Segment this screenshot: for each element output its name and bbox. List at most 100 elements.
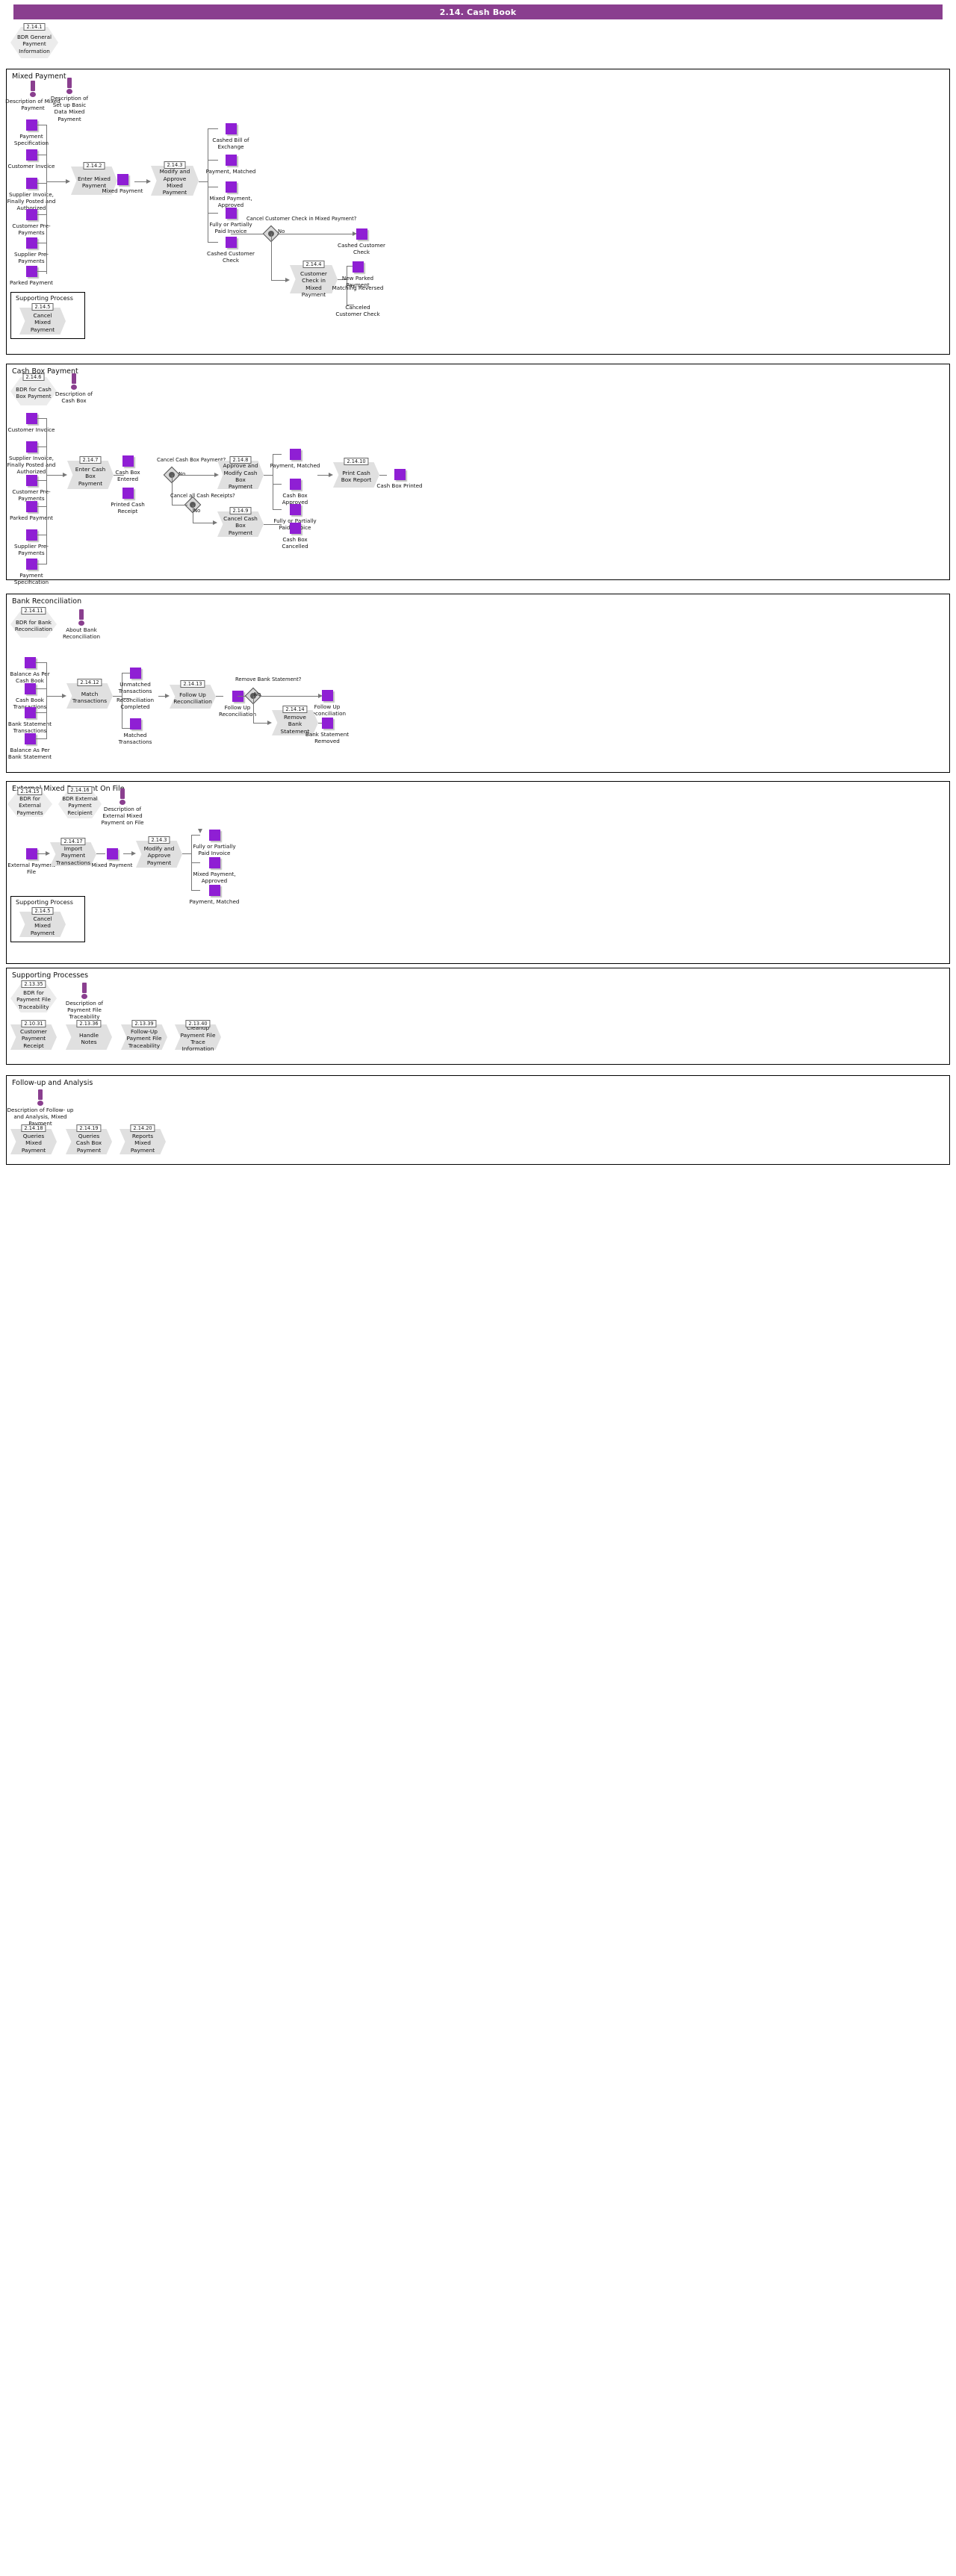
connector <box>37 506 47 507</box>
connector <box>264 475 273 476</box>
activity-modify-and-approve-payment[interactable]: 2.14.3 Modify and Approve Payment <box>136 836 182 868</box>
data-object-icon <box>208 885 220 896</box>
subgroup-label: Supporting Process <box>16 899 73 906</box>
bdr-for-cash-box-payment[interactable]: 2.14.6 BDR for Cash Box Payment <box>10 373 57 405</box>
connector <box>172 475 173 505</box>
data-object-payment-matched[interactable]: Payment, Matched <box>205 155 257 175</box>
activity-label: Approve and Modify Cash Box Payment <box>223 462 258 491</box>
activity-follow-up-reconciliation[interactable]: 2.14.13 Follow Up Reconciliation <box>170 680 216 709</box>
data-object-label: Bank Statement Removed <box>305 731 350 745</box>
connector <box>37 183 47 184</box>
activity-label: Enter Cash Box Payment <box>75 465 106 487</box>
data-object-matched-transactions[interactable]: Matched Transactions <box>109 718 161 745</box>
activity-queries-cash-box-payment[interactable]: 2.14.19 Queries Cash Box Payment <box>66 1124 112 1154</box>
data-object-unmatched-transactions[interactable]: Unmatched Transactions <box>109 668 161 694</box>
bdr-external-payment-recipient[interactable]: 2.14.16 BDR External Payment Recipient <box>58 786 102 818</box>
data-object-cashbox-supplier-pre-payments[interactable]: Supplier Pre-Payments <box>5 529 58 556</box>
note-label: Description of External Mixed Payment on… <box>101 806 144 827</box>
data-object-icon <box>394 469 406 480</box>
activity-cancel-customer-check-in-mixed-payment[interactable]: 2.14.4 Cancel Customer Check in Mixed Pa… <box>290 261 338 298</box>
bdr-for-external-payments[interactable]: 2.14.15 BDR for External Payments <box>7 788 52 817</box>
data-object-balance-as-per-cash-book[interactable]: Balance As Per Cash Book <box>4 657 56 684</box>
data-object-cashbox-customer-invoice[interactable]: Customer Invoice <box>5 413 58 433</box>
data-object-label: Mixed Payment, Approved <box>209 195 252 209</box>
data-object-ext-payment-matched[interactable]: Payment, Matched <box>188 885 240 905</box>
data-object-bank-statement-removed[interactable]: Bank Statement Removed <box>301 718 353 744</box>
activity-cancel-mixed-payment-external[interactable]: 2.14.5 Cancel Mixed Payment <box>19 907 66 937</box>
data-object-icon <box>356 228 367 240</box>
data-object-cash-box-cancelled[interactable]: Cash Box Cancelled <box>269 523 321 550</box>
activity-queries-mixed-payment[interactable]: 2.14.18 Queries Mixed Payment <box>10 1124 57 1154</box>
data-object-cashed-customer-check-right[interactable]: Cashed Customer Check <box>335 228 388 255</box>
data-object-cashbox-payment-specification[interactable]: Payment Specification <box>5 559 58 585</box>
data-object-bank-statement-transactions[interactable]: Bank Statement Transactions <box>4 707 56 734</box>
activity-number: 2.14.15 <box>17 788 43 795</box>
connector <box>37 214 47 215</box>
activity-label: Cleanup Payment File Trace Information <box>180 1024 216 1053</box>
data-object-printed-cash-receipt[interactable]: Printed Cash Receipt <box>107 488 149 514</box>
data-object-customer-pre-payments[interactable]: Customer Pre-Payments <box>5 209 58 236</box>
data-object-cashbox-supplier-invoice[interactable]: Supplier Invoice, Finally Posted and Aut… <box>5 441 58 476</box>
activity-follow-up-payment-file-traceability[interactable]: 2.13.39 Follow-Up Payment File Traceabil… <box>121 1020 167 1050</box>
data-object-icon <box>24 707 36 718</box>
data-object-ext-fully-or-partially-paid-invoice[interactable]: Fully or Partially Paid Invoice <box>188 830 240 856</box>
activity-cancel-cash-box-payment[interactable]: 2.14.9 Cancel Cash Box Payment <box>217 507 264 537</box>
data-object-label: Customer Pre-Payments <box>12 223 51 237</box>
data-object-supplier-invoice-finally-posted-and-authorized[interactable]: Supplier Invoice, Finally Posted and Aut… <box>5 178 58 212</box>
activity-import-payment-transactions[interactable]: 2.14.17 Import Payment Transactions <box>50 838 96 866</box>
data-object-cash-book-transactions[interactable]: Cash Book Transactions <box>4 683 56 710</box>
data-object-cashbox-customer-pre-payments[interactable]: Customer Pre-Payments <box>5 475 58 502</box>
bdr-general-payment-information[interactable]: 2.14.1 BDR General Payment Information <box>10 23 58 58</box>
data-object-cash-box-approved[interactable]: Cash Box Approved <box>269 479 321 505</box>
data-object-icon <box>25 119 37 131</box>
activity-number: 2.14.8 <box>229 456 252 464</box>
activity-number: 2.14.9 <box>229 507 252 514</box>
data-object-label: Cash Box Printed <box>376 482 423 489</box>
data-object-ext-mixed-payment-approved[interactable]: Mixed Payment, Approved <box>188 857 240 884</box>
data-object-label: Follow Up Reconciliation <box>218 704 257 718</box>
data-object-mixed-payment[interactable]: Mixed Payment <box>102 174 143 194</box>
activity-approve-and-modify-cash-box-payment[interactable]: 2.14.8 Approve and Modify Cash Box Payme… <box>217 456 264 491</box>
data-object-icon <box>25 178 37 189</box>
data-object-canceled-customer-check[interactable]: Canceled Customer Check <box>332 302 384 317</box>
activity-label: Modify and Approve Payment <box>143 844 175 866</box>
data-object-cashed-bill-of-exchange[interactable]: Cashed Bill of Exchange <box>205 123 257 150</box>
data-object-cashbox-payment-matched[interactable]: Payment, Matched <box>269 449 321 469</box>
annotation-icon <box>79 983 90 999</box>
hex-label: BDR General Payment Information <box>16 33 52 55</box>
hex-label: BDR for Cash Box Payment <box>16 385 52 399</box>
data-object-icon <box>25 149 37 161</box>
activity-match-transactions[interactable]: 2.14.12 Match Transactions <box>66 679 113 709</box>
activity-reports-mixed-payment[interactable]: 2.14.20 Reports Mixed Payment <box>120 1124 166 1154</box>
hex-label: BDR for External Payments <box>16 794 43 816</box>
data-object-payment-specification[interactable]: Payment Specification <box>5 119 58 146</box>
data-object-label: Parked Payment <box>9 279 53 286</box>
arrow-head <box>66 179 70 184</box>
data-object-balance-as-per-bank-statement[interactable]: Balance As Per Bank Statement <box>4 733 56 760</box>
data-object-supplier-pre-payments[interactable]: Supplier Pre-Payments <box>5 237 58 264</box>
data-object-icon <box>25 441 37 452</box>
data-object-mixed-payment-approved[interactable]: Mixed Payment, Approved <box>205 181 257 208</box>
data-object-reconciliation-completed[interactable]: Reconciliation Completed <box>109 694 161 710</box>
data-object-cash-box-entered[interactable]: Cash Box Entered <box>107 455 149 482</box>
note-description-of-cash-box: Description of Cash Box <box>54 373 94 404</box>
activity-print-cash-box-report[interactable]: 2.14.10 Print Cash Box Report <box>333 458 379 488</box>
bdr-for-bank-reconciliation[interactable]: 2.14.11 BDR for Bank Reconciliation <box>10 607 57 638</box>
data-object-matching-reversed[interactable]: Matching Reversed <box>332 282 384 291</box>
bdr-for-payment-file-traceability[interactable]: 2.13.35 BDR for Payment File Traceabilit… <box>10 980 57 1012</box>
data-object-cashed-customer-check[interactable]: Cashed Customer Check <box>205 237 257 264</box>
activity-customer-payment-receipt[interactable]: 2.10.31 Customer Payment Receipt <box>10 1020 57 1050</box>
activity-cancel-mixed-payment[interactable]: 2.14.5 Cancel Mixed Payment <box>19 303 66 335</box>
activity-number: 2.14.5 <box>31 303 54 311</box>
data-object-label: Printed Cash Receipt <box>111 501 145 515</box>
note-description-of-set-up-basic-data-mixed-payment: Description of Set up Basic Data Mixed P… <box>46 78 93 122</box>
data-object-customer-invoice[interactable]: Customer Invoice <box>5 149 58 169</box>
activity-modify-and-approve-mixed-payment[interactable]: 2.14.3 Modify and Approve Mixed Payment <box>151 161 199 196</box>
data-object-parked-payment[interactable]: Parked Payment <box>5 266 58 286</box>
connector <box>37 271 47 272</box>
activity-cleanup-payment-file-trace-information[interactable]: 2.13.40 Cleanup Payment File Trace Infor… <box>175 1020 221 1053</box>
data-object-external-mixed-payment[interactable]: Mixed Payment <box>91 848 133 868</box>
data-object-cashbox-parked-payment[interactable]: Parked Payment <box>5 501 58 521</box>
activity-handle-notes[interactable]: 2.13.36 Handle Notes <box>66 1020 112 1050</box>
data-object-cash-box-printed[interactable]: Cash Box Printed <box>373 469 426 489</box>
